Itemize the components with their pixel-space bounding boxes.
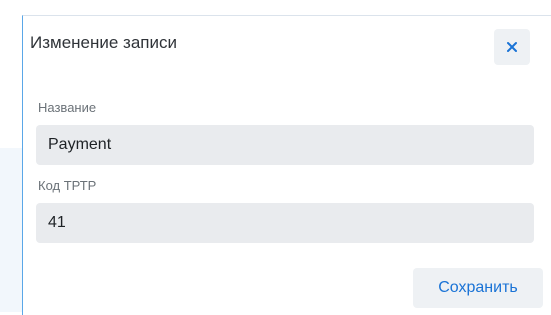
dialog-title: Изменение записи: [30, 33, 178, 52]
close-icon: [507, 42, 517, 52]
save-button[interactable]: Сохранить: [413, 268, 543, 308]
edit-record-dialog: Изменение записи Название Код ТРТР Сохра…: [22, 15, 551, 315]
name-field-label: Название: [38, 100, 97, 115]
code-field-label: Код ТРТР: [38, 178, 97, 193]
name-field[interactable]: [36, 125, 534, 165]
close-button[interactable]: [494, 29, 530, 65]
background-panel-edge: [0, 148, 22, 312]
code-field[interactable]: [36, 203, 534, 243]
